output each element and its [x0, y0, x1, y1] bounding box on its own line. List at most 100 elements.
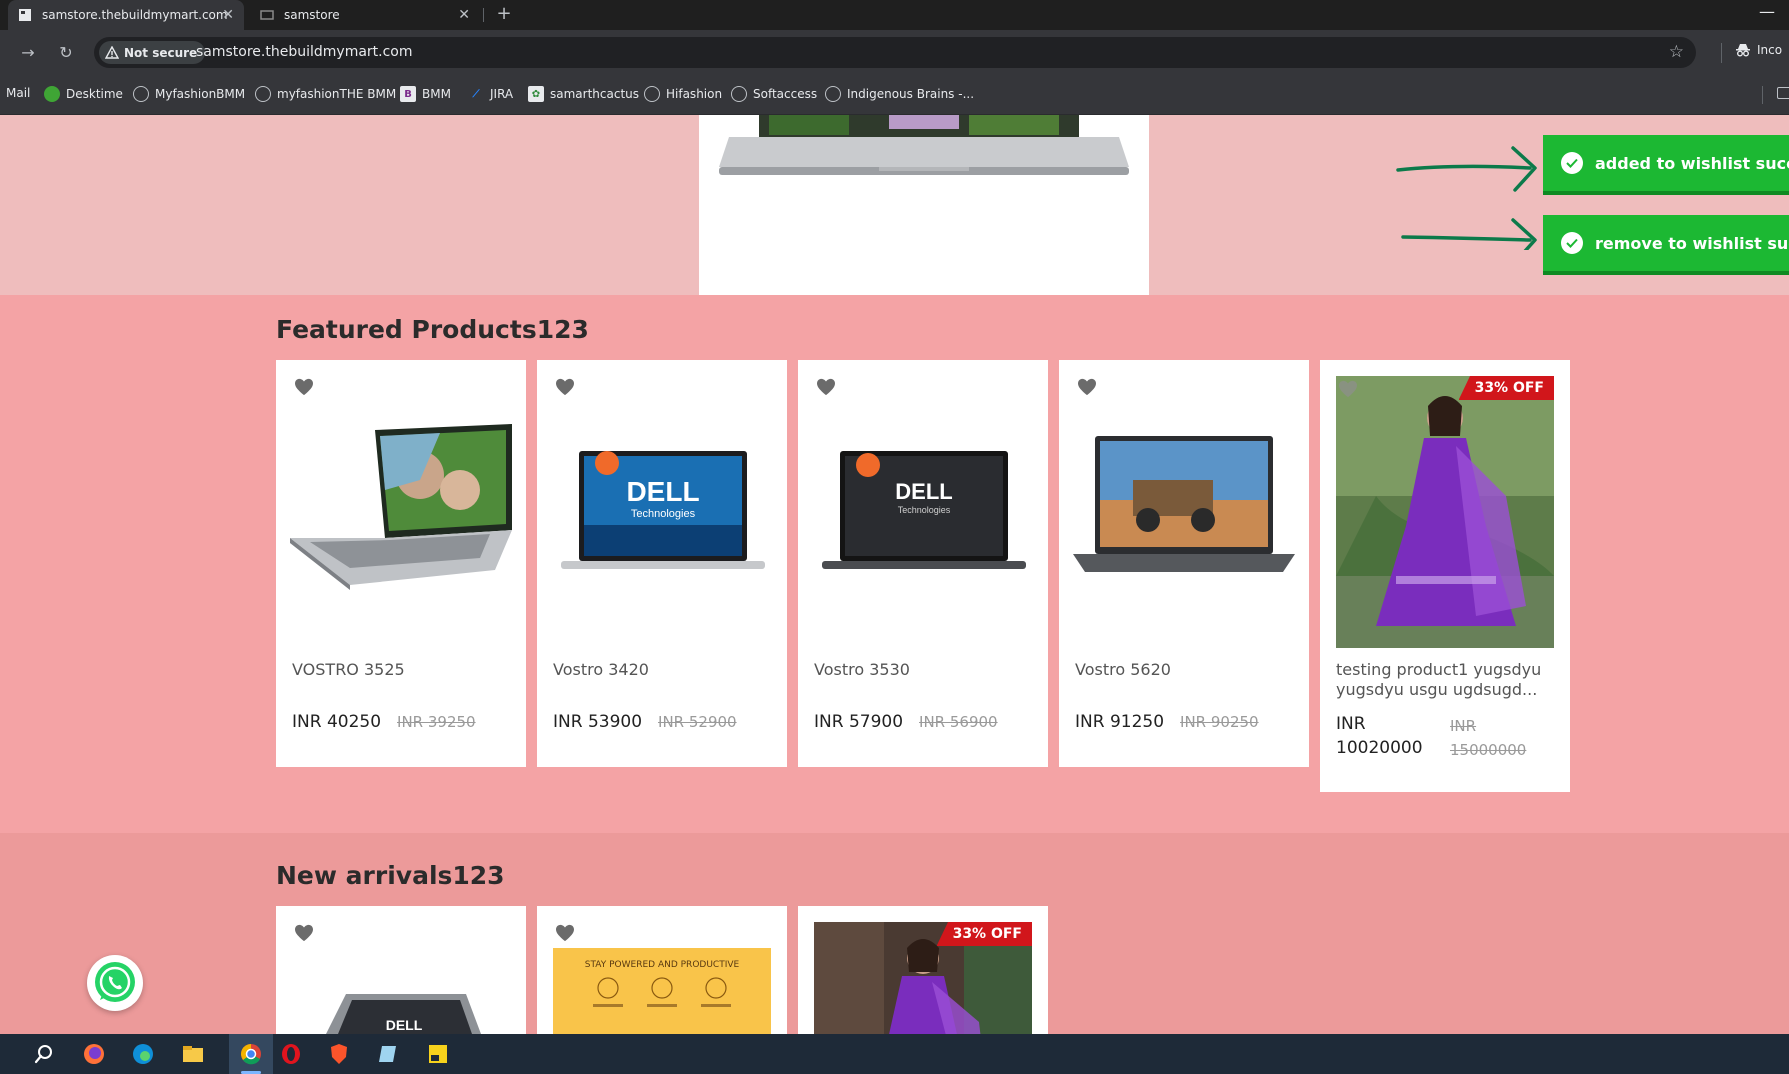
product-image — [290, 424, 512, 590]
bookmark-star-icon[interactable]: ☆ — [1669, 42, 1684, 62]
product-image: DELL Technologies — [822, 451, 1026, 569]
whatsapp-chat-button[interactable] — [87, 955, 143, 1011]
bookmarks-bar: Mail Desktime MyfashionBMM myfashionTHE … — [0, 75, 1789, 115]
check-icon — [1561, 232, 1583, 254]
bookmark-label: myfashionTHE BMM — [277, 87, 397, 101]
product-card[interactable]: Vostro 5620 INR 91250 INR 90250 — [1059, 360, 1309, 767]
chrome-icon[interactable] — [237, 1040, 265, 1068]
product-image — [1073, 436, 1295, 572]
notepad-icon[interactable] — [374, 1040, 402, 1068]
incognito-icon — [1736, 44, 1750, 57]
wishlist-heart-icon[interactable] — [816, 378, 836, 396]
wishlist-heart-icon[interactable] — [555, 924, 575, 942]
product-card[interactable]: DELL Technologies Vostro 3530 INR 57900 … — [798, 360, 1048, 767]
new-tab-button[interactable]: + — [494, 4, 514, 24]
toast-message: added to wishlist successfully — [1595, 153, 1789, 173]
new-arrivals-section: New arrivals123 DELL STAY POWERED AND PR… — [0, 833, 1789, 1034]
product-name[interactable]: Vostro 5620 — [1075, 660, 1171, 680]
minimize-button[interactable]: — — [1759, 2, 1775, 21]
edge-icon[interactable] — [129, 1040, 157, 1068]
featured-products-section: Featured Products123 VOSTRO 3525 INR 402… — [0, 295, 1789, 833]
reload-icon[interactable]: ↻ — [56, 43, 76, 63]
tab-title: samstore.thebuildmymart.com — [42, 8, 228, 22]
product-name[interactable]: testing product1 yugsdyu yugsdyu usgu ug… — [1336, 660, 1556, 700]
product-card[interactable]: DELL Technologies Vostro 3420 INR 53900 … — [537, 360, 787, 767]
taskbar — [0, 1034, 1789, 1074]
sticky-notes-icon[interactable] — [424, 1040, 452, 1068]
folder-icon[interactable] — [1777, 87, 1789, 99]
opera-icon[interactable] — [277, 1040, 305, 1068]
toast-added-to-wishlist: added to wishlist successfully — [1543, 135, 1789, 195]
product-name[interactable]: Vostro 3530 — [814, 660, 910, 680]
incognito-profile[interactable]: Inco — [1735, 43, 1782, 57]
product-image: DELL Technologies — [561, 451, 765, 569]
svg-text:Technologies: Technologies — [898, 505, 951, 515]
globe-icon — [825, 86, 841, 102]
toast-message: remove to wishlist successfully — [1595, 233, 1789, 253]
price-currency: INR — [1336, 714, 1366, 734]
warning-icon — [105, 46, 119, 59]
product-name[interactable]: VOSTRO 3525 — [292, 660, 405, 680]
toolbar-divider — [1721, 43, 1722, 63]
globe-icon — [731, 86, 747, 102]
product-card[interactable]: VOSTRO 3525 INR 40250 INR 39250 — [276, 360, 526, 767]
forward-icon[interactable]: → — [18, 43, 38, 63]
wishlist-heart-icon[interactable] — [294, 378, 314, 396]
product-mrp: INR 56900 — [919, 713, 998, 731]
discount-badge: 33% OFF — [936, 922, 1032, 946]
security-chip[interactable]: Not secure — [99, 41, 206, 64]
svg-text:DELL: DELL — [895, 479, 952, 504]
product-mrp: INR 39250 — [397, 713, 476, 731]
cactus-icon: ✿ — [528, 86, 544, 102]
product-mrp: INR 52900 — [658, 713, 737, 731]
price-row: INR 91250 INR 90250 — [1075, 712, 1259, 732]
product-card[interactable]: STAY POWERED AND PRODUCTIVE — [537, 906, 787, 1034]
bookmark-label: Desktime — [66, 87, 123, 101]
bookmark-samarthcactus[interactable]: ✿ samarthcactus — [528, 86, 639, 102]
brave-icon[interactable] — [325, 1040, 353, 1068]
bookmark-label: MyfashionBMM — [155, 87, 246, 101]
bookmarks-divider — [1762, 86, 1763, 104]
promo-text: STAY POWERED AND PRODUCTIVE — [584, 960, 740, 970]
tab-samstore[interactable]: samstore ✕ — [250, 0, 480, 30]
product-card[interactable]: 33% OFF — [798, 906, 1048, 1034]
bookmark-bmm[interactable]: B BMM — [400, 86, 451, 102]
bookmark-hifashion[interactable]: Hifashion — [644, 86, 722, 102]
profile-label: Inco — [1757, 43, 1783, 57]
purple-dress-image — [1336, 376, 1554, 648]
bookmark-desktime[interactable]: Desktime — [44, 86, 123, 102]
search-icon[interactable] — [30, 1040, 58, 1068]
bookmark-indigenous-brains[interactable]: Indigenous Brains -... — [825, 86, 974, 102]
address-bar[interactable]: Not secure samstore.thebuildmymart.com ☆ — [94, 37, 1696, 68]
close-icon[interactable]: ✕ — [222, 7, 234, 23]
wishlist-heart-icon[interactable] — [555, 378, 575, 396]
product-price: INR 57900 — [814, 712, 904, 732]
file-explorer-icon[interactable] — [179, 1040, 207, 1068]
close-icon[interactable]: ✕ — [458, 7, 470, 23]
bookmark-softaccess[interactable]: Softaccess — [731, 86, 817, 102]
product-card[interactable]: DELL — [276, 906, 526, 1034]
discount-badge: 33% OFF — [1458, 376, 1554, 400]
banner-image[interactable] — [699, 115, 1149, 295]
wishlist-heart-icon[interactable] — [1338, 380, 1358, 398]
mrp-currency: INR — [1450, 717, 1477, 735]
globe-icon — [133, 86, 149, 102]
product-card[interactable]: 33% OFF testing product1 yugsdyu yugsdyu… — [1320, 360, 1570, 792]
bookmark-mail[interactable]: Mail — [6, 86, 30, 100]
tab-samstore-active[interactable]: samstore.thebuildmymart.com ✕ — [8, 0, 244, 30]
bookmark-jira[interactable]: ⟋ JIRA — [468, 86, 514, 102]
bookmark-myfashionthebmm[interactable]: myfashionTHE BMM — [255, 86, 396, 102]
wishlist-heart-icon[interactable] — [1077, 378, 1097, 396]
browser-toolbar: → ↻ Not secure samstore.thebuildmymart.c… — [0, 30, 1789, 75]
product-image: STAY POWERED AND PRODUCTIVE — [553, 948, 771, 1034]
firefox-icon[interactable] — [80, 1040, 108, 1068]
product-image: DELL — [326, 994, 481, 1034]
price-value: 10020000 — [1336, 738, 1423, 758]
price-row: INR 40250 INR 39250 — [292, 712, 476, 732]
bookmark-myfashionbmm[interactable]: MyfashionBMM — [133, 86, 245, 102]
product-name[interactable]: Vostro 3420 — [553, 660, 649, 680]
bookmark-label: Indigenous Brains -... — [847, 87, 975, 101]
wishlist-heart-icon[interactable] — [294, 924, 314, 942]
product-mrp: INR 90250 — [1180, 713, 1259, 731]
product-price: INR 10020000 — [1336, 712, 1426, 760]
